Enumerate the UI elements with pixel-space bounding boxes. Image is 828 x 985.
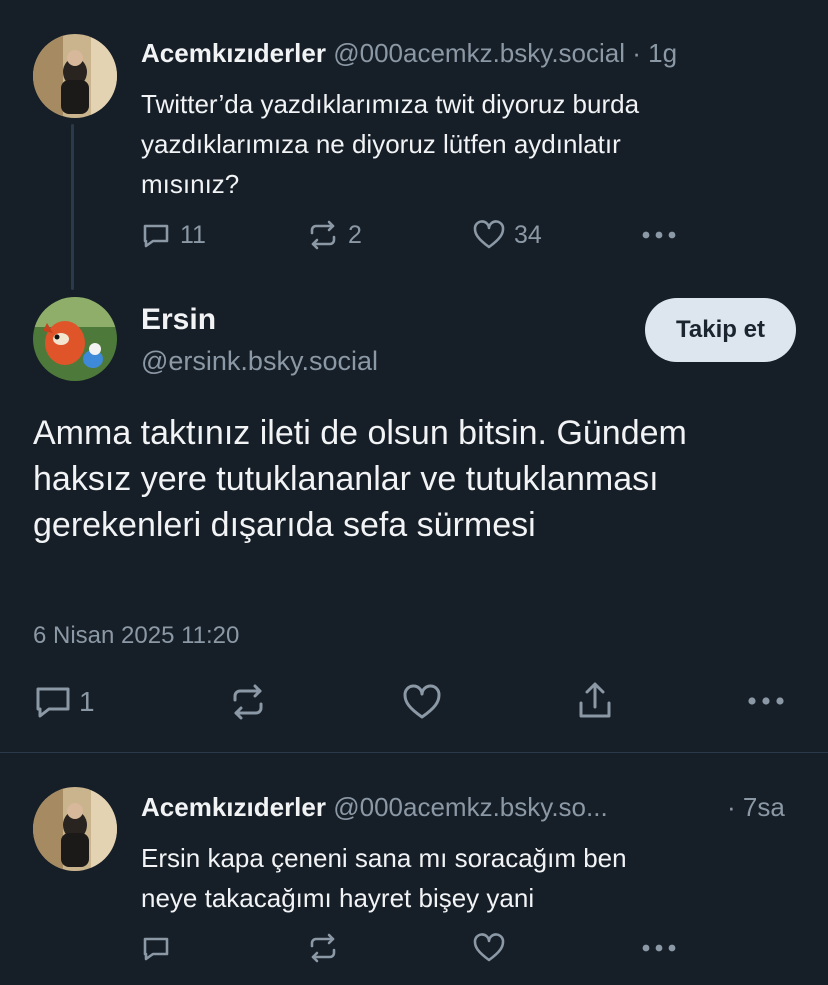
reply-count: 11: [180, 220, 206, 249]
display-name[interactable]: Acemkızıderler: [141, 792, 326, 822]
post-text-line: Ersin kapa çeneni sana mı soracağım ben: [141, 843, 627, 873]
repost-icon: [310, 933, 336, 963]
avatar[interactable]: [33, 34, 117, 118]
post-time[interactable]: · 7sa: [727, 792, 785, 823]
repost-icon: [233, 684, 263, 720]
more-dots-icon: [642, 231, 676, 239]
handle[interactable]: @000acemkz.bsky.so...: [333, 792, 607, 822]
reply-count: 1: [79, 686, 95, 717]
post-text-line: mısınız?: [141, 169, 240, 199]
handle[interactable]: @000acemkz.bsky.social: [333, 38, 625, 68]
post-text-line: neye takacağımı hayret bişey yani: [141, 883, 535, 913]
post-text-line: haksız yere tutuklananlar ve tutuklanmas…: [33, 460, 659, 498]
reply-bubble-icon: [143, 224, 169, 248]
reply-button[interactable]: 1: [33, 683, 95, 721]
post-text-line: yazdıklarımıza ne diyoruz lütfen aydınla…: [141, 129, 621, 159]
avatar[interactable]: [33, 297, 117, 381]
post-text-line: Twitter’da yazdıklarımıza twit diyoruz b…: [141, 89, 640, 119]
like-button[interactable]: [472, 932, 506, 964]
post-header: Acemkızıderler @000acemkz.bsky.social · …: [141, 38, 677, 69]
post-text: Ersin kapa çeneni sana mı soracağım ben …: [141, 838, 627, 918]
repost-button[interactable]: [306, 932, 340, 964]
more-button[interactable]: [640, 222, 678, 248]
heart-icon: [473, 933, 505, 962]
thread-line: [71, 124, 74, 290]
reply-bubble-icon: [36, 687, 70, 718]
heart-icon: [403, 684, 441, 719]
repost-icon: [310, 220, 336, 250]
avatar[interactable]: [33, 787, 117, 871]
like-button[interactable]: [401, 683, 443, 721]
more-button[interactable]: [746, 688, 786, 714]
post-text-line: Amma taktınız ileti de olsun bitsin. Gün…: [33, 414, 687, 452]
handle[interactable]: @ersink.bsky.social: [141, 346, 378, 377]
share-button[interactable]: [576, 681, 614, 721]
post-header: Acemkızıderler @000acemkz.bsky.so...: [141, 792, 608, 823]
post-timestamp[interactable]: 6 Nisan 2025 11:20: [33, 622, 239, 650]
more-button[interactable]: [640, 935, 678, 961]
more-dots-icon: [748, 697, 784, 705]
post-text-line: gerekenleri dışarıda sefa sürmesi: [33, 506, 536, 544]
reply-button[interactable]: [140, 932, 172, 964]
like-count: 34: [514, 220, 542, 249]
repost-count: 2: [348, 220, 362, 249]
repost-button[interactable]: 2: [306, 219, 362, 251]
like-button[interactable]: 34: [472, 219, 542, 251]
display-name[interactable]: Acemkızıderler: [141, 38, 326, 68]
repost-button[interactable]: [228, 683, 268, 721]
reply-button[interactable]: 11: [140, 219, 206, 251]
share-icon: [579, 682, 611, 718]
display-name[interactable]: Ersin: [141, 303, 216, 337]
follow-button[interactable]: Takip et: [645, 298, 796, 362]
reply-bubble-icon: [143, 937, 169, 961]
divider: [0, 752, 828, 753]
post-text: Amma taktınız ileti de olsun bitsin. Gün…: [33, 410, 687, 548]
post-time[interactable]: · 1g: [632, 38, 677, 68]
heart-icon: [473, 220, 505, 249]
post-text: Twitter’da yazdıklarımıza twit diyoruz b…: [141, 84, 639, 204]
more-dots-icon: [642, 944, 676, 952]
